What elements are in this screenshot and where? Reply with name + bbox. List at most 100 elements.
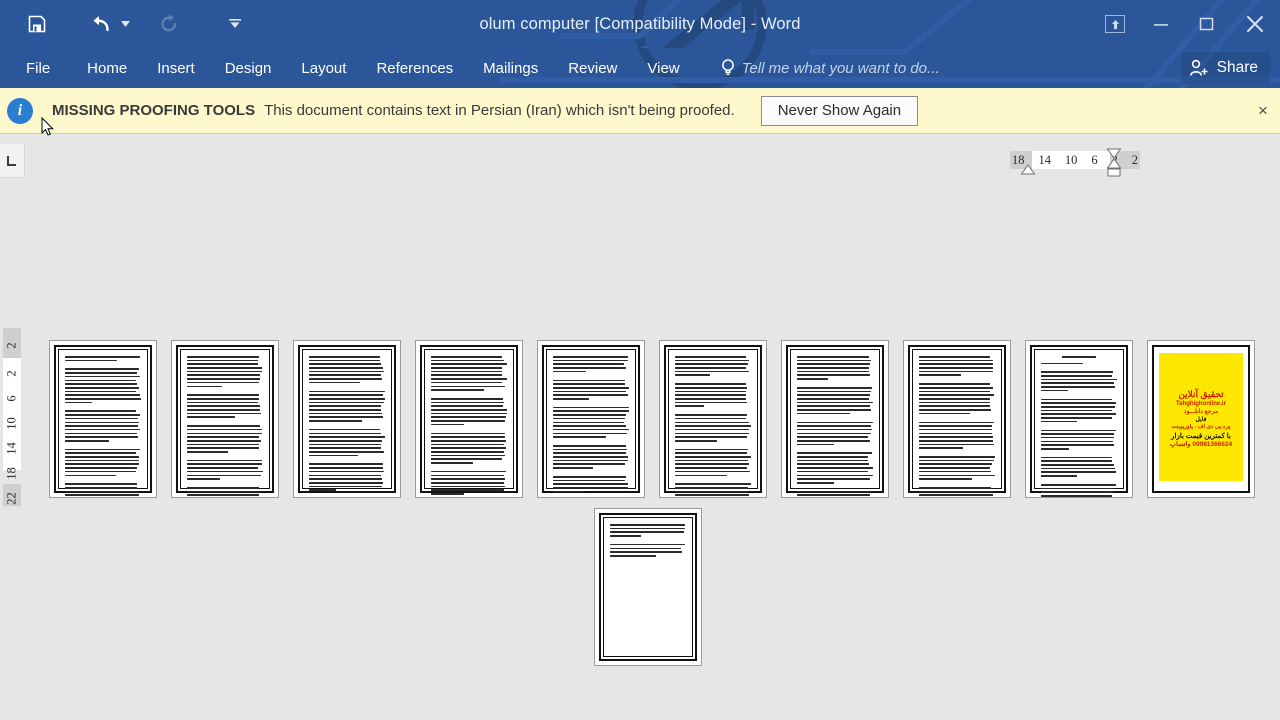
tab-stop-selector[interactable] xyxy=(0,144,25,178)
page-text-line xyxy=(797,386,873,389)
page-text-line xyxy=(675,401,747,404)
message-bar-close-button[interactable]: × xyxy=(1252,100,1274,122)
page-text-line xyxy=(675,452,748,454)
page-text xyxy=(919,356,995,497)
tab-layout[interactable]: Layout xyxy=(286,48,361,88)
page-text-line xyxy=(431,485,506,488)
page-inner-border xyxy=(180,349,270,496)
page-text-line xyxy=(65,401,92,404)
page-text-line xyxy=(1041,402,1117,404)
page-text-line xyxy=(919,463,993,466)
page-text-line xyxy=(431,374,503,377)
page-thumbnail[interactable] xyxy=(781,340,889,498)
page-text-line xyxy=(65,448,140,451)
customize-qat-button[interactable] xyxy=(218,7,252,41)
page-thumbnail[interactable] xyxy=(659,340,767,498)
page-text-line xyxy=(309,432,381,435)
page-text-line xyxy=(1041,464,1114,466)
page-text-line xyxy=(919,367,994,369)
tab-design[interactable]: Design xyxy=(210,48,287,88)
tell-me-search[interactable]: Tell me what you want to do... xyxy=(721,48,940,88)
restore-button[interactable] xyxy=(1184,0,1230,48)
page-text-line xyxy=(553,459,628,462)
page-text-line xyxy=(309,394,384,396)
page-text-line xyxy=(553,383,626,385)
vertical-ruler[interactable]: 2 2 6 10 14 18 22 xyxy=(0,178,25,720)
page-text-line xyxy=(187,436,259,438)
page-text-line xyxy=(675,439,717,442)
horizontal-ruler[interactable]: 18 14 10 6 2 2 xyxy=(25,144,1280,178)
page-thumbnail[interactable] xyxy=(594,508,702,666)
page-text-line xyxy=(675,467,747,469)
page-thumbnail-advertisement[interactable]: تحقیق آنلاین Tahghighonline.ir مرجع دانلــ… xyxy=(1147,340,1255,498)
page-text-line xyxy=(187,494,259,496)
page-text-line xyxy=(65,439,109,442)
page-thumbnail[interactable] xyxy=(903,340,1011,498)
page-text-line xyxy=(65,372,137,374)
page-text-line xyxy=(797,356,869,358)
redo-button[interactable] xyxy=(152,7,186,41)
share-label: Share xyxy=(1216,59,1258,76)
page-text-line xyxy=(1041,398,1112,401)
page-thumbnail[interactable] xyxy=(49,340,157,498)
page-text xyxy=(610,524,686,564)
page-text-line xyxy=(187,463,262,466)
page-text-line xyxy=(431,439,507,442)
tab-mailings[interactable]: Mailings xyxy=(468,48,553,88)
page-text-line xyxy=(553,487,629,489)
page-text-line xyxy=(1041,447,1070,450)
left-indent-marker[interactable] xyxy=(1020,164,1036,176)
page-text-line xyxy=(553,379,625,382)
tab-review[interactable]: Review xyxy=(553,48,632,88)
page-text-line xyxy=(675,428,750,431)
page-text xyxy=(309,356,385,497)
page-text-line xyxy=(919,356,991,358)
page-inner-border xyxy=(424,349,514,495)
info-icon: i xyxy=(7,97,33,124)
page-text-line xyxy=(919,490,993,493)
ribbon-display-options-button[interactable] xyxy=(1092,0,1138,48)
page-text-line xyxy=(797,374,870,377)
page-text-line xyxy=(187,367,263,369)
share-button[interactable]: Share xyxy=(1180,52,1270,84)
page-text-line xyxy=(919,436,994,438)
right-indent-marker[interactable] xyxy=(1106,147,1122,177)
page-text-line xyxy=(675,363,748,365)
undo-button[interactable] xyxy=(84,7,118,41)
page-text xyxy=(797,356,873,497)
page-text-line xyxy=(309,454,359,457)
save-button[interactable] xyxy=(20,7,54,41)
tab-view[interactable]: View xyxy=(632,48,694,88)
page-text-line xyxy=(919,409,991,411)
close-button[interactable] xyxy=(1230,0,1280,48)
page-text-line xyxy=(65,456,140,458)
page-thumbnail[interactable] xyxy=(415,340,523,498)
page-text-line xyxy=(187,470,263,473)
page-text-line xyxy=(65,414,140,416)
page-thumbnail[interactable] xyxy=(293,340,401,498)
page-text-line xyxy=(431,481,505,484)
tab-file[interactable]: File xyxy=(0,48,72,88)
page-border xyxy=(664,345,762,496)
page-text-line xyxy=(1041,444,1115,446)
undo-dropdown[interactable] xyxy=(118,7,132,41)
tab-home[interactable]: Home xyxy=(72,48,142,88)
page-thumbnail[interactable] xyxy=(537,340,645,498)
never-show-again-button[interactable]: Never Show Again xyxy=(760,95,919,126)
page-text-line xyxy=(675,414,747,416)
minimize-button[interactable] xyxy=(1138,0,1184,48)
page-text-line xyxy=(919,374,962,377)
page-thumbnail[interactable] xyxy=(1025,340,1133,498)
document-canvas[interactable]: تحقیق آنلاین Tahghighonline.ir مرجع دانلــ… xyxy=(25,178,1280,720)
page-text-line xyxy=(797,439,871,442)
page-thumbnail[interactable] xyxy=(171,340,279,498)
page-text-line xyxy=(553,432,627,435)
tab-insert[interactable]: Insert xyxy=(142,48,210,88)
tab-references[interactable]: References xyxy=(361,48,468,88)
